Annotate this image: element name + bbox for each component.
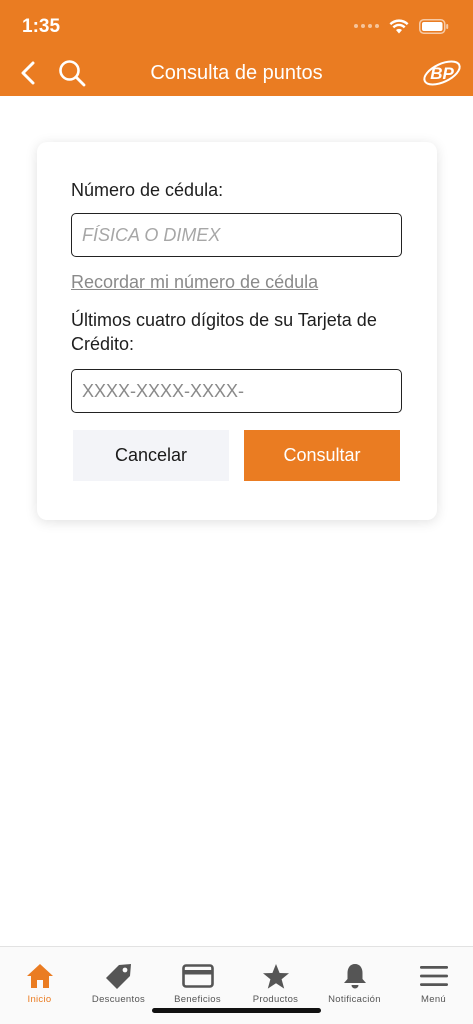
- status-time: 1:35: [22, 16, 61, 37]
- home-indicator: [152, 1008, 321, 1013]
- tab-descuentos[interactable]: Descuentos: [79, 947, 158, 1011]
- status-indicators: [354, 15, 449, 37]
- tag-icon: [105, 964, 131, 989]
- cedula-input[interactable]: [71, 213, 402, 257]
- hamburger-menu-icon: [419, 966, 448, 986]
- bp-logo-text: BP: [430, 64, 454, 83]
- page-title: Consulta de puntos: [150, 62, 323, 84]
- points-query-card: Número de cédula: Recordar mi número de …: [37, 142, 437, 520]
- tab-notificacion[interactable]: Notificación: [315, 947, 394, 1011]
- consultar-button[interactable]: Consultar: [244, 430, 400, 481]
- tab-inicio[interactable]: Inicio: [0, 947, 79, 1011]
- star-icon: [262, 963, 289, 989]
- remember-cedula-link[interactable]: Recordar mi número de cédula: [71, 272, 318, 293]
- tab-productos[interactable]: Productos: [236, 947, 315, 1011]
- card-digits-label: Últimos cuatro dígitos de su Tarjeta de …: [71, 310, 377, 354]
- tab-label: Productos: [252, 994, 299, 1005]
- tab-label: Inicio: [27, 994, 52, 1005]
- cellular-signal-icon: [354, 24, 379, 28]
- home-icon: [26, 964, 53, 988]
- status-bar: 1:35: [0, 0, 473, 50]
- wifi-icon: [389, 18, 409, 33]
- bp-logo-icon: BP: [423, 60, 461, 86]
- cancel-button[interactable]: Cancelar: [73, 430, 229, 481]
- tab-label: Beneficios: [174, 994, 221, 1005]
- card-digits-input[interactable]: [71, 369, 402, 413]
- navigation-bar: Consulta de puntos BP: [0, 50, 473, 96]
- battery-icon: [419, 18, 449, 34]
- tab-beneficios[interactable]: Beneficios: [158, 947, 237, 1011]
- tab-label: Descuentos: [91, 994, 146, 1005]
- tab-menu[interactable]: Menú: [394, 947, 473, 1011]
- bell-icon: [343, 964, 366, 989]
- tab-label: Menú: [421, 994, 446, 1005]
- credit-card-icon: [181, 964, 214, 988]
- app-header: 1:35 Consulta de puntos BP: [0, 0, 473, 96]
- tab-label: Notificación: [328, 994, 381, 1005]
- cedula-label: Número de cédula:: [71, 180, 224, 200]
